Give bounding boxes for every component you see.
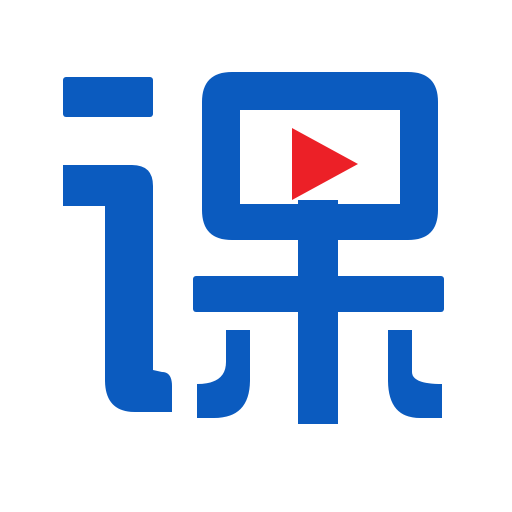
right-sweep-icon <box>388 330 442 418</box>
left-sweep-icon <box>197 330 250 418</box>
course-logo-icon <box>63 72 444 424</box>
speech-radical-icon <box>63 77 172 412</box>
stem-icon <box>298 200 338 424</box>
course-app-icon <box>0 0 512 512</box>
play-icon <box>292 128 358 200</box>
